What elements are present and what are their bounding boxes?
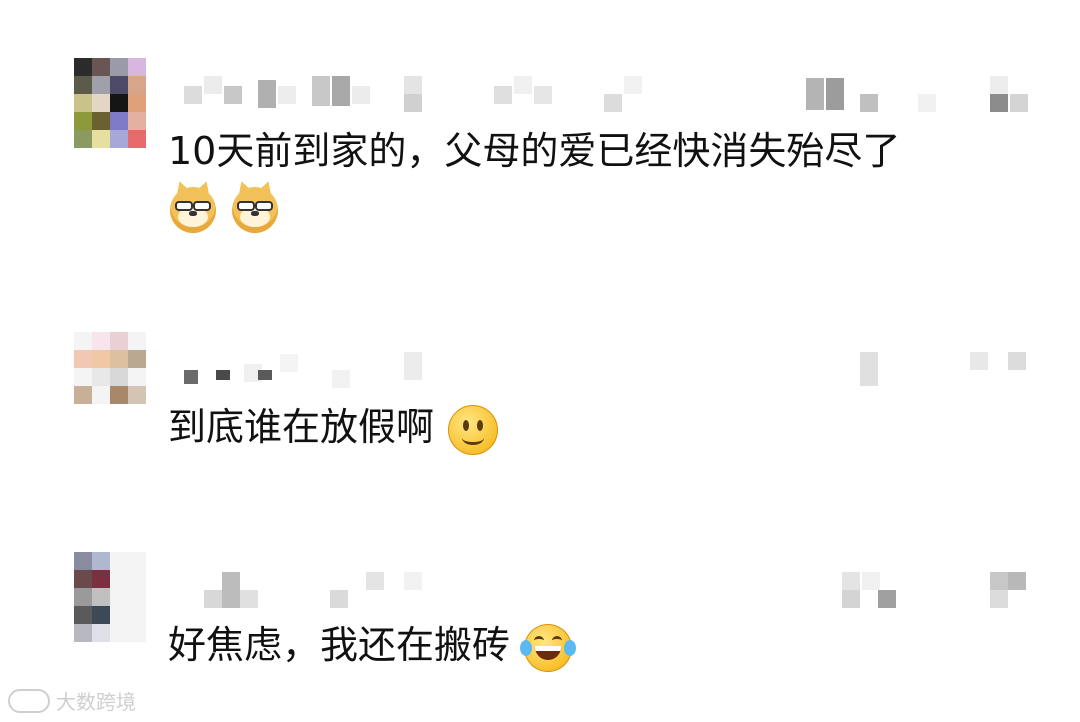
emoji-row (168, 184, 280, 233)
avatar-pixel (110, 624, 128, 642)
avatar-pixel (110, 386, 128, 404)
avatar-pixel (74, 94, 92, 112)
avatar-pixel (74, 350, 92, 368)
watermark: 大数跨境 (8, 686, 136, 715)
avatar-pixel (92, 332, 110, 350)
smile-emoji (448, 404, 499, 455)
avatar-pixel (128, 58, 146, 76)
avatar[interactable] (74, 58, 146, 148)
avatar-pixel (110, 332, 128, 350)
avatar-pixel (74, 112, 92, 130)
laugh-emoji (520, 623, 577, 672)
avatar-pixel (128, 570, 146, 588)
avatar-pixel (92, 58, 110, 76)
avatar-pixel (110, 76, 128, 94)
comment-text: 10天前到家的，父母的爱已经快消失殆尽了 (168, 128, 900, 174)
avatar-pixel (74, 624, 92, 642)
avatar-pixel (110, 112, 128, 130)
avatar-pixel (128, 94, 146, 112)
avatar-pixel (92, 386, 110, 404)
comment-text: 到底谁在放假啊 (168, 404, 499, 455)
avatar-pixel (128, 588, 146, 606)
avatar-pixel (74, 570, 92, 588)
avatar-pixel (74, 588, 92, 606)
avatar-pixel (74, 58, 92, 76)
avatar-pixel (74, 76, 92, 94)
avatar-pixel (74, 368, 92, 386)
avatar-pixel (110, 552, 128, 570)
avatar-pixel (92, 624, 110, 642)
avatar-pixel (92, 606, 110, 624)
avatar-pixel (74, 386, 92, 404)
avatar-pixel (74, 130, 92, 148)
avatar-pixel (92, 76, 110, 94)
avatar-pixel (128, 350, 146, 368)
username-blurred (170, 570, 1050, 610)
avatar-pixel (110, 58, 128, 76)
avatar-pixel (128, 552, 146, 570)
avatar-pixel (74, 332, 92, 350)
avatar-pixel (110, 130, 128, 148)
avatar-pixel (128, 130, 146, 148)
avatar-pixel (92, 350, 110, 368)
avatar-pixel (128, 368, 146, 386)
comment-text-content: 好焦虑，我还在搬砖 (168, 623, 511, 667)
avatar-pixel (128, 76, 146, 94)
avatar-pixel (92, 570, 110, 588)
avatar-pixel (92, 552, 110, 570)
avatar-pixel (128, 624, 146, 642)
avatar-pixel (110, 570, 128, 588)
watermark-logo-icon (8, 688, 50, 713)
avatar-pixel (92, 112, 110, 130)
username-blurred (170, 72, 1050, 112)
doge-emoji (170, 186, 216, 233)
avatar-pixel (92, 130, 110, 148)
avatar-pixel (110, 368, 128, 386)
avatar-pixel (92, 588, 110, 606)
username-blurred (170, 350, 1050, 390)
avatar-pixel (92, 368, 110, 386)
avatar-pixel (92, 94, 110, 112)
avatar-pixel (128, 112, 146, 130)
avatar-pixel (74, 552, 92, 570)
avatar-pixel (128, 606, 146, 624)
avatar[interactable] (74, 332, 146, 422)
avatar-pixel (128, 332, 146, 350)
doge-emoji (232, 186, 279, 233)
comment-text-content: 10天前到家的，父母的爱已经快消失殆尽了 (168, 129, 901, 173)
avatar[interactable] (74, 552, 146, 642)
comment-text: 好焦虑，我还在搬砖 (168, 622, 577, 672)
avatar-pixel (74, 606, 92, 624)
comment-text-content: 到底谁在放假啊 (168, 405, 435, 449)
avatar-pixel (128, 386, 146, 404)
avatar-pixel (110, 94, 128, 112)
avatar-pixel (110, 350, 128, 368)
avatar-pixel (110, 588, 128, 606)
watermark-text: 大数跨境 (56, 690, 136, 714)
avatar-pixel (110, 606, 128, 624)
